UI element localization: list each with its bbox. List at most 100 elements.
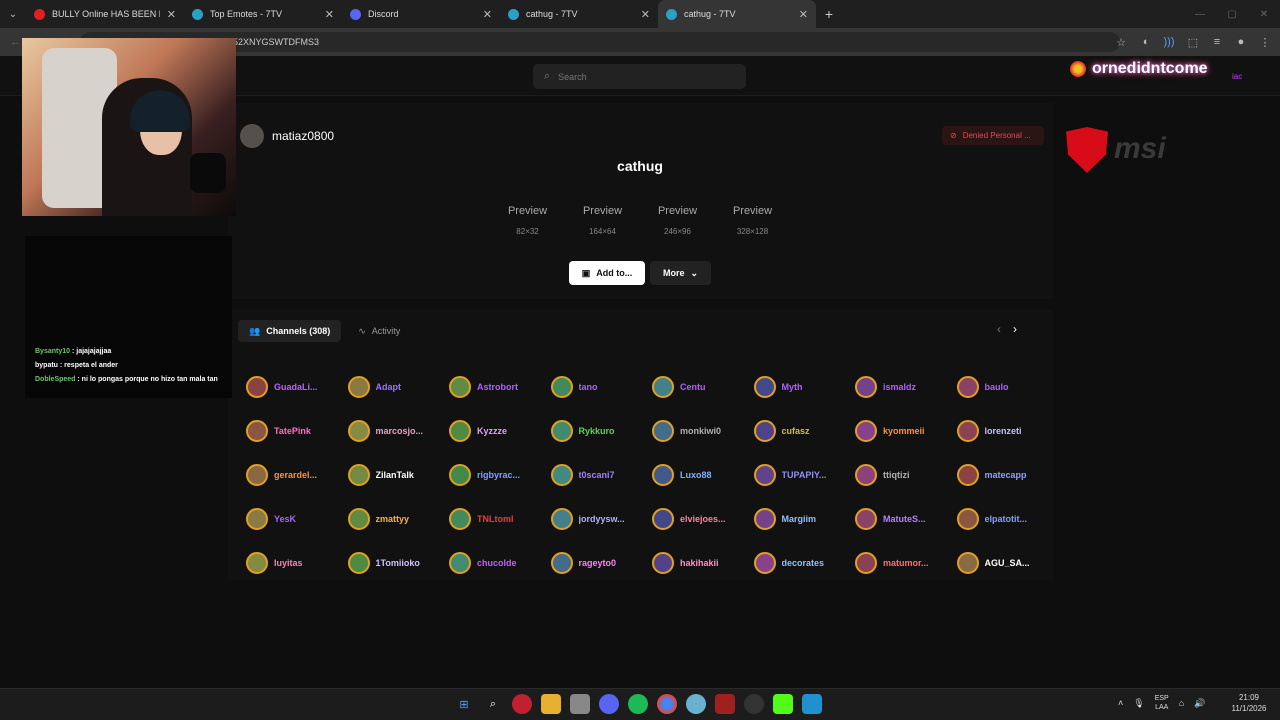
- channel-item[interactable]: decorates: [753, 541, 856, 585]
- channel-item[interactable]: Adapt: [347, 365, 450, 409]
- channel-item[interactable]: hakihakii: [652, 541, 754, 585]
- tab-close-icon[interactable]: ✕: [641, 8, 650, 21]
- channel-item[interactable]: GuadaLi...: [246, 365, 348, 409]
- tab-title: Top Emotes - 7TV: [210, 9, 283, 19]
- minimize-icon[interactable]: —: [1184, 0, 1216, 28]
- obs-icon[interactable]: [744, 694, 764, 714]
- channel-item[interactable]: kyommeii: [855, 409, 957, 453]
- add-to-button[interactable]: ▣ Add to...: [569, 261, 645, 285]
- channel-item[interactable]: Kyzzze: [449, 409, 551, 453]
- channel-item[interactable]: TatePink: [246, 409, 348, 453]
- app-news-icon[interactable]: [715, 694, 735, 714]
- preview-item[interactable]: Preview 82×32: [490, 205, 565, 236]
- next-page-icon[interactable]: ›: [1013, 322, 1017, 336]
- discord-icon[interactable]: [599, 694, 619, 714]
- tab-close-icon[interactable]: ✕: [325, 8, 334, 21]
- channel-item[interactable]: tano: [550, 365, 653, 409]
- uploader[interactable]: matiaz0800: [240, 124, 334, 148]
- channel-item[interactable]: monkiwi0: [652, 409, 754, 453]
- app-red-icon[interactable]: [512, 694, 532, 714]
- channel-item[interactable]: t0scani7: [550, 453, 653, 497]
- maximize-icon[interactable]: ▢: [1216, 0, 1248, 28]
- kick-icon[interactable]: [773, 694, 793, 714]
- prev-page-icon[interactable]: ‹: [997, 322, 1001, 336]
- tab-close-icon[interactable]: ✕: [483, 8, 492, 21]
- more-button[interactable]: More ⌄: [650, 261, 711, 285]
- channel-item[interactable]: Margiim: [753, 497, 856, 541]
- browser-tab[interactable]: Discord ✕: [342, 0, 500, 28]
- tab-search-chevron-icon[interactable]: ⌄: [0, 0, 26, 28]
- channel-item[interactable]: AGU_SA...: [956, 541, 1059, 585]
- channel-item[interactable]: 1Tomiioko: [347, 541, 450, 585]
- browser-tab[interactable]: BULLY Online HAS BEEN RELEA ✕: [26, 0, 184, 28]
- tab-close-icon[interactable]: ✕: [167, 8, 176, 21]
- channel-item[interactable]: zmattyy: [347, 497, 450, 541]
- search-icon[interactable]: ⌕: [483, 694, 503, 714]
- url-field[interactable]: 52XNYGSWTDFMS3: [80, 32, 1120, 52]
- channel-item[interactable]: Astrobort: [449, 365, 551, 409]
- new-tab-button[interactable]: +: [816, 0, 842, 28]
- browser-tab[interactable]: Top Emotes - 7TV ✕: [184, 0, 342, 28]
- channel-item[interactable]: rigbyrac...: [449, 453, 551, 497]
- preview-item[interactable]: Preview 328×128: [715, 205, 790, 236]
- channel-item[interactable]: ismaldz: [855, 365, 957, 409]
- tab-favicon-icon: [350, 8, 361, 20]
- chrome-icon[interactable]: [657, 694, 677, 714]
- channel-item[interactable]: MatuteS...: [855, 497, 957, 541]
- clock[interactable]: 21:09 11/1/2026: [1226, 692, 1272, 714]
- channel-item[interactable]: marcosjo...: [347, 409, 450, 453]
- channel-item[interactable]: chucolde: [449, 541, 551, 585]
- menu-icon[interactable]: ⋮: [1256, 36, 1274, 49]
- channel-name: Rykkuro: [578, 426, 615, 436]
- channel-item[interactable]: TUPAPIY...: [753, 453, 856, 497]
- extensions-icon[interactable]: ⬚: [1184, 36, 1202, 49]
- channel-item[interactable]: Myth: [753, 365, 856, 409]
- back-icon[interactable]: ←: [10, 36, 21, 48]
- preview-item[interactable]: Preview 164×64: [565, 205, 640, 236]
- close-window-icon[interactable]: ✕: [1248, 0, 1280, 28]
- search-input[interactable]: ⌕ Search: [533, 64, 746, 89]
- channel-item[interactable]: jordyysw...: [550, 497, 653, 541]
- spotify-icon[interactable]: [628, 694, 648, 714]
- browser-tab[interactable]: cathug - 7TV ✕: [500, 0, 658, 28]
- channel-item[interactable]: elpatotit...: [956, 497, 1059, 541]
- profile-icon[interactable]: ●: [1232, 36, 1250, 48]
- channel-item[interactable]: luyitas: [246, 541, 348, 585]
- tray-chevron-icon[interactable]: ˄: [1118, 698, 1123, 708]
- channel-item[interactable]: elviejoes...: [652, 497, 754, 541]
- tab-channels[interactable]: 👥 Channels (308): [238, 320, 342, 342]
- browser-tab[interactable]: cathug - 7TV ✕: [658, 0, 816, 28]
- tab-activity[interactable]: ∿ Activity: [347, 320, 411, 342]
- app-window-icon[interactable]: [802, 694, 822, 714]
- channel-item[interactable]: Centu: [652, 365, 754, 409]
- start-windows-icon[interactable]: ⊞: [454, 694, 474, 714]
- media-icon[interactable]: ◖: [1136, 36, 1154, 48]
- channel-item[interactable]: Rykkuro: [550, 409, 653, 453]
- channel-item[interactable]: cufasz: [753, 409, 856, 453]
- mic-icon[interactable]: 🎙: [1133, 698, 1144, 709]
- reading-list-icon[interactable]: ≡: [1208, 36, 1226, 48]
- tab-close-icon[interactable]: ✕: [799, 8, 808, 21]
- channel-item[interactable]: baulo: [956, 365, 1059, 409]
- app-shell-icon[interactable]: [686, 694, 706, 714]
- preview-item[interactable]: Preview 246×96: [640, 205, 715, 236]
- channel-item[interactable]: Luxo88: [652, 453, 754, 497]
- channel-item[interactable]: TNLtoml: [449, 497, 551, 541]
- audio-icon[interactable]: ))): [1160, 36, 1178, 48]
- channel-item[interactable]: matumor...: [855, 541, 957, 585]
- channel-item[interactable]: lorenzeti: [956, 409, 1059, 453]
- volume-icon[interactable]: 🔊: [1194, 698, 1205, 709]
- app-gray-icon[interactable]: [570, 694, 590, 714]
- channel-item[interactable]: ttiqtizi: [855, 453, 957, 497]
- channel-item[interactable]: matecapp: [956, 453, 1059, 497]
- channel-item[interactable]: YesK: [246, 497, 348, 541]
- bookmark-star-icon[interactable]: ☆: [1112, 36, 1130, 49]
- channel-item[interactable]: gerardel...: [246, 453, 348, 497]
- file-explorer-icon[interactable]: [541, 694, 561, 714]
- network-icon[interactable]: ⌂: [1179, 698, 1184, 708]
- channel-name: matecapp: [984, 470, 1027, 480]
- folder-plus-icon: ▣: [581, 267, 591, 278]
- channel-item[interactable]: rageyto0: [550, 541, 653, 585]
- language-indicator[interactable]: ESP LAA: [1155, 694, 1169, 712]
- channel-item[interactable]: ZilanTalk: [347, 453, 450, 497]
